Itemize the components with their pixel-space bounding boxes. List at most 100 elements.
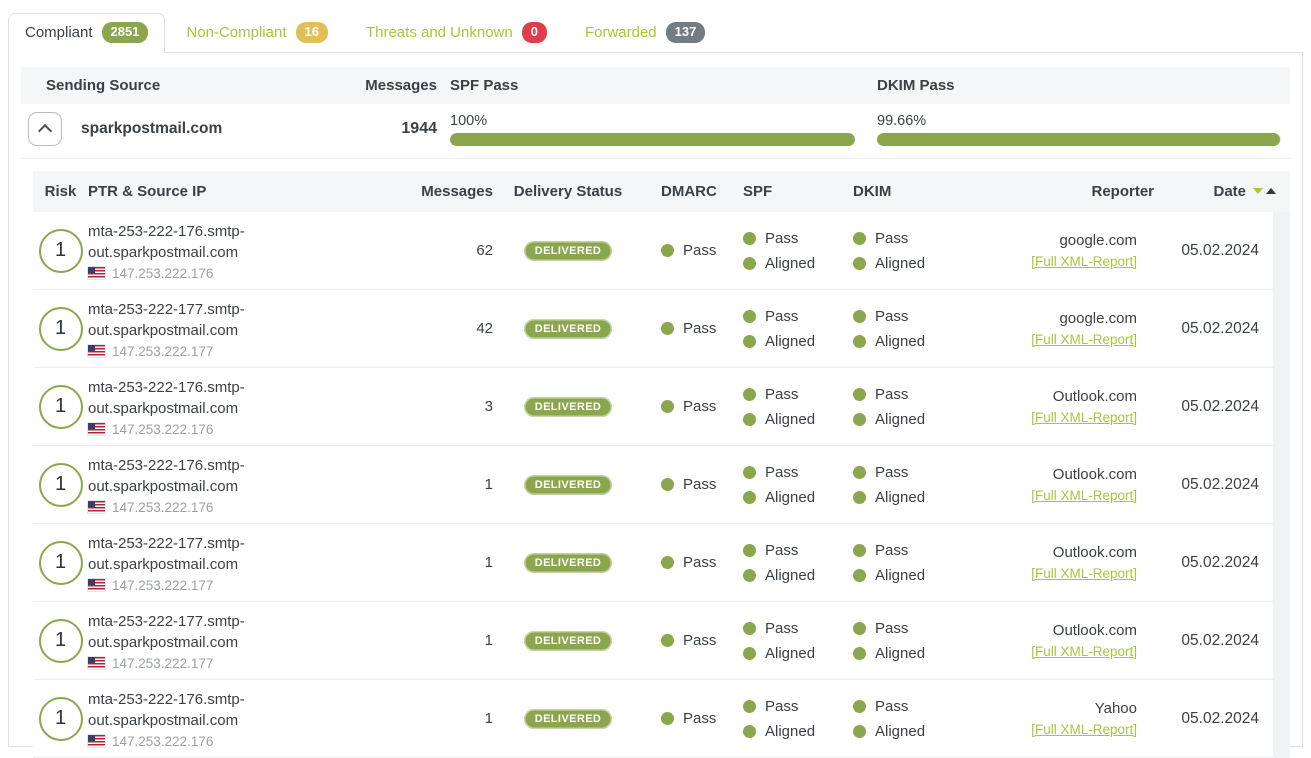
ptr-source-ip-cell: mta-253-222-177.smtp-out.sparkpostmail.c… <box>88 611 283 671</box>
reporter-cell: Outlook.com [Full XML-Report] <box>973 466 1153 504</box>
pass-dot-icon <box>853 466 866 479</box>
dmarc-cell: Pass <box>643 632 733 649</box>
spf-pass-percent: 100% <box>450 113 855 129</box>
reporter-cell: Outlook.com [Full XML-Report] <box>973 622 1153 660</box>
us-flag-icon <box>88 657 105 669</box>
tab-count-badge: 16 <box>296 22 328 43</box>
column-header-spf: SPF <box>733 183 843 200</box>
column-header-reporter: Reporter <box>973 183 1170 200</box>
ptr-hostname: mta-253-222-176.smtp-out.sparkpostmail.c… <box>88 377 260 419</box>
dkim-aligned-status: Aligned <box>875 645 925 662</box>
dkim-pass-status: Pass <box>875 386 908 403</box>
ptr-hostname: mta-253-222-176.smtp-out.sparkpostmail.c… <box>88 455 260 497</box>
collapse-source-button[interactable] <box>28 112 62 146</box>
tab-count-badge: 0 <box>522 22 547 43</box>
dkim-pass-cell: 99.66% <box>877 113 1290 146</box>
column-header-risk: Risk <box>33 183 88 200</box>
messages-count: 62 <box>283 242 493 259</box>
dmarc-status: Pass <box>683 242 716 259</box>
ptr-hostname: mta-253-222-177.smtp-out.sparkpostmail.c… <box>88 533 260 575</box>
spf-cell: Pass Aligned <box>733 542 843 584</box>
table-row: 1 mta-253-222-177.smtp-out.sparkpostmail… <box>33 524 1273 602</box>
reporter-name: Outlook.com <box>973 622 1137 639</box>
aligned-dot-icon <box>853 257 866 270</box>
column-header-messages-summary: Messages <box>365 77 437 94</box>
aligned-dot-icon <box>853 569 866 582</box>
dkim-pass-percent: 99.66% <box>877 113 1281 129</box>
dkim-cell: Pass Aligned <box>843 386 973 428</box>
dkim-pass-status: Pass <box>875 464 908 481</box>
tab-compliant[interactable]: Compliant 2851 <box>8 13 165 53</box>
dmarc-status: Pass <box>683 710 716 727</box>
ptr-source-ip-cell: mta-253-222-176.smtp-out.sparkpostmail.c… <box>88 455 283 515</box>
dmarc-status: Pass <box>683 476 716 493</box>
pass-dot-icon <box>661 712 674 725</box>
reporter-name: Yahoo <box>973 700 1137 717</box>
dmarc-cell: Pass <box>643 398 733 415</box>
aligned-dot-icon <box>743 725 756 738</box>
sort-descending-icon[interactable] <box>1253 188 1263 199</box>
full-xml-report-link[interactable]: [Full XML-Report] <box>1031 722 1137 737</box>
aligned-dot-icon <box>743 569 756 582</box>
column-header-sending-source: Sending Source <box>46 77 160 94</box>
aligned-dot-icon <box>743 257 756 270</box>
report-container: Sending Source Messages SPF Pass DKIM Pa… <box>8 52 1303 747</box>
spf-pass-status: Pass <box>765 386 798 403</box>
full-xml-report-link[interactable]: [Full XML-Report] <box>1031 488 1137 503</box>
dkim-cell: Pass Aligned <box>843 698 973 740</box>
report-tabs: Compliant 2851 Non-Compliant 16 Threats … <box>8 13 1303 52</box>
reporter-cell: Outlook.com [Full XML-Report] <box>973 388 1153 426</box>
spf-pass-bar <box>450 133 855 146</box>
column-header-delivery-status: Delivery Status <box>493 183 643 200</box>
pass-dot-icon <box>661 244 674 257</box>
ptr-hostname: mta-253-222-177.smtp-out.sparkpostmail.c… <box>88 611 260 653</box>
messages-count: 1 <box>283 476 493 493</box>
spf-pass-status: Pass <box>765 698 798 715</box>
details-table: Risk PTR & Source IP Messages Delivery S… <box>33 171 1290 758</box>
pass-dot-icon <box>853 622 866 635</box>
dkim-pass-bar <box>877 133 1281 146</box>
pass-dot-icon <box>661 556 674 569</box>
ptr-hostname: mta-253-222-176.smtp-out.sparkpostmail.c… <box>88 221 260 263</box>
full-xml-report-link[interactable]: [Full XML-Report] <box>1031 254 1137 269</box>
dkim-pass-status: Pass <box>875 542 908 559</box>
tab-threats-and-unknown[interactable]: Threats and Unknown 0 <box>349 13 564 52</box>
reporter-name: Outlook.com <box>973 388 1137 405</box>
us-flag-icon <box>88 423 105 435</box>
us-flag-icon <box>88 501 105 513</box>
dkim-aligned-status: Aligned <box>875 333 925 350</box>
rows-scrollbar[interactable] <box>1273 212 1290 758</box>
column-header-dkim: DKIM <box>843 183 973 200</box>
spf-cell: Pass Aligned <box>733 308 843 350</box>
pass-dot-icon <box>743 466 756 479</box>
dkim-pass-bar-fill <box>877 133 1280 146</box>
aligned-dot-icon <box>743 491 756 504</box>
column-header-messages: Messages <box>283 183 493 200</box>
full-xml-report-link[interactable]: [Full XML-Report] <box>1031 410 1137 425</box>
tab-non-compliant[interactable]: Non-Compliant 16 <box>169 13 345 52</box>
source-ip: 147.253.222.176 <box>112 500 213 515</box>
pass-dot-icon <box>853 232 866 245</box>
risk-score-badge: 1 <box>39 307 83 351</box>
spf-pass-cell: 100% <box>437 113 877 146</box>
full-xml-report-link[interactable]: [Full XML-Report] <box>1031 332 1137 347</box>
aligned-dot-icon <box>853 491 866 504</box>
sort-ascending-icon[interactable] <box>1266 183 1276 194</box>
full-xml-report-link[interactable]: [Full XML-Report] <box>1031 566 1137 581</box>
sending-source-header: Sending Source Messages SPF Pass DKIM Pa… <box>21 67 1290 104</box>
pass-dot-icon <box>853 700 866 713</box>
date-label: Date <box>1213 183 1246 200</box>
dkim-aligned-status: Aligned <box>875 255 925 272</box>
delivery-status-badge: DELIVERED <box>524 319 613 339</box>
table-row: 1 mta-253-222-177.smtp-out.sparkpostmail… <box>33 290 1273 368</box>
dkim-aligned-status: Aligned <box>875 723 925 740</box>
reporter-cell: google.com [Full XML-Report] <box>973 232 1153 270</box>
sending-source-header-left: Sending Source Messages <box>21 77 437 94</box>
tab-forwarded[interactable]: Forwarded 137 <box>568 13 722 52</box>
spf-aligned-status: Aligned <box>765 645 815 662</box>
sending-source-row: sparkpostmail.com 1944 100% 99.66% <box>21 104 1290 159</box>
full-xml-report-link[interactable]: [Full XML-Report] <box>1031 644 1137 659</box>
source-ip: 147.253.222.176 <box>112 734 213 749</box>
aligned-dot-icon <box>853 335 866 348</box>
column-header-date[interactable]: Date <box>1170 183 1290 200</box>
